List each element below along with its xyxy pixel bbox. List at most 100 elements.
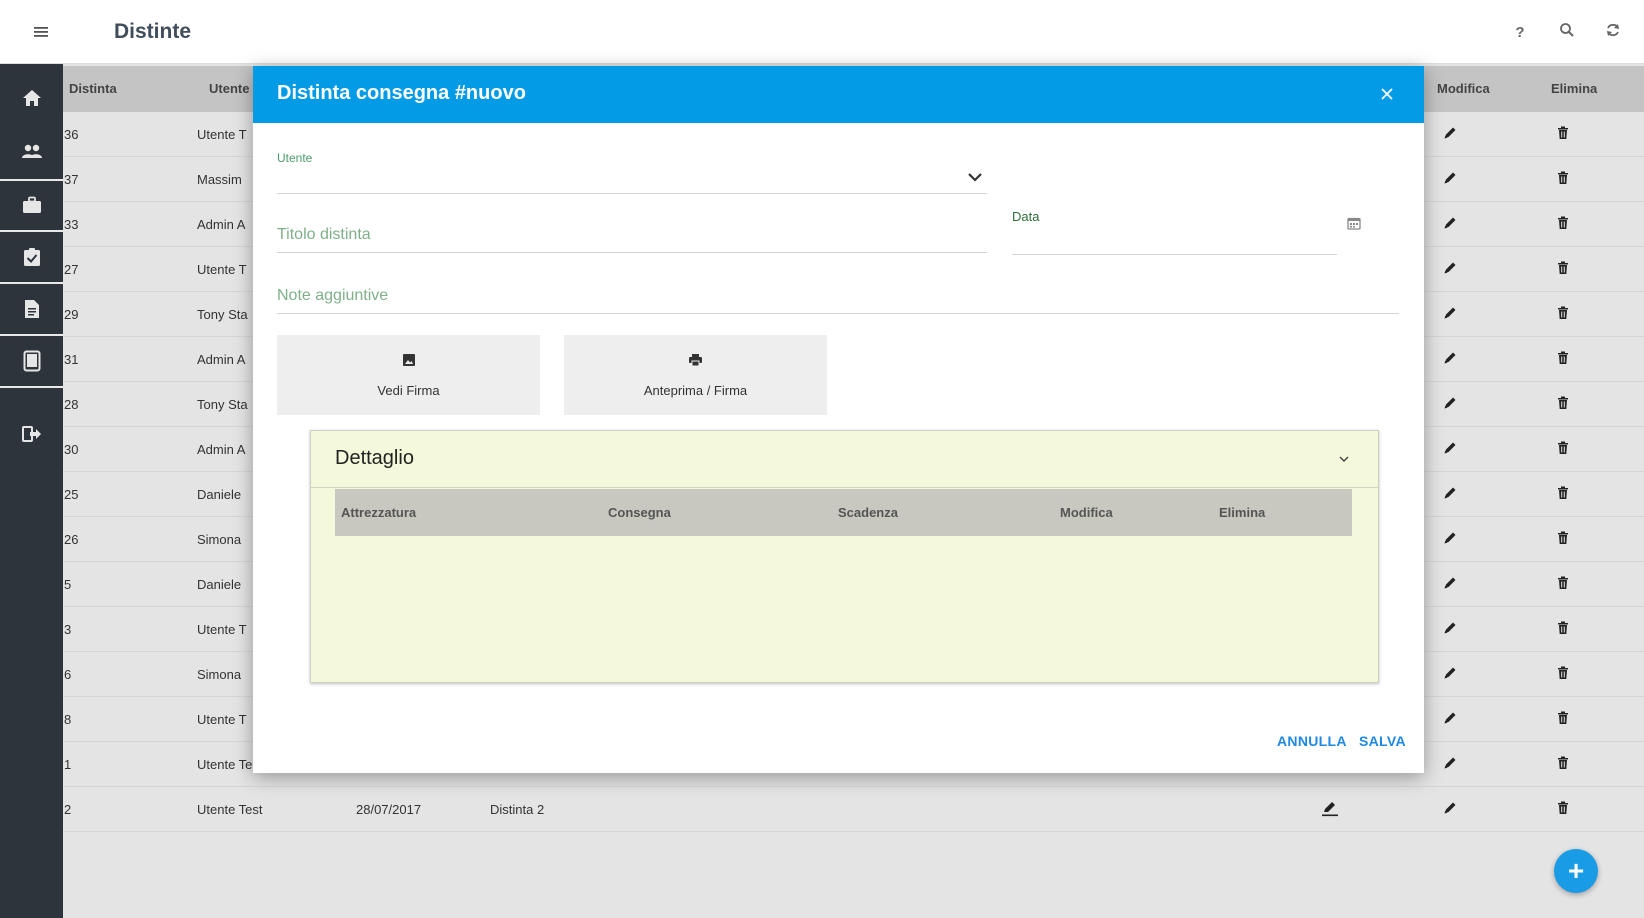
column-header-attrezzatura: Attrezzatura <box>341 505 417 520</box>
trash-icon[interactable] <box>1557 756 1575 774</box>
note-aggiuntive-input[interactable]: Note aggiuntive <box>277 285 1399 313</box>
annulla-button[interactable]: ANNULLA <box>1277 733 1347 749</box>
utente-label: Utente <box>277 151 313 165</box>
trash-icon[interactable] <box>1557 396 1575 414</box>
trash-icon[interactable] <box>1557 126 1575 144</box>
add-button[interactable]: + <box>1554 849 1598 893</box>
cell-utente: Daniele <box>197 487 242 502</box>
pencil-icon[interactable] <box>1443 486 1461 504</box>
dettaglio-title[interactable]: Dettaglio <box>335 447 414 470</box>
cell-utente: Utente Test <box>197 802 263 817</box>
cell-distinta: 29 <box>64 307 79 322</box>
help-icon[interactable]: ? <box>1509 22 1531 44</box>
pencil-icon[interactable] <box>1443 666 1461 684</box>
cell-distinta: 27 <box>64 262 79 277</box>
pencil-icon[interactable] <box>1443 441 1461 459</box>
cell-distinta: 25 <box>64 487 79 502</box>
dialog-header: Distinta consegna #nuovo <box>253 66 1424 123</box>
trash-icon[interactable] <box>1557 576 1575 594</box>
note-aggiuntive-placeholder: Note aggiuntive <box>277 287 389 304</box>
trash-icon[interactable] <box>1557 711 1575 729</box>
pencil-icon[interactable] <box>1443 531 1461 549</box>
data-label: Data <box>1012 209 1040 224</box>
sidebar <box>0 64 63 918</box>
pencil-icon[interactable] <box>1443 126 1461 144</box>
dialog-title: Distinta consegna #nuovo <box>277 82 526 104</box>
cell-distinta: 36 <box>64 127 79 142</box>
trash-icon[interactable] <box>1557 216 1575 234</box>
cell-utente: Utente T <box>197 712 247 727</box>
edit-icon[interactable] <box>1321 801 1339 819</box>
trash-icon[interactable] <box>1557 621 1575 639</box>
dettaglio-panel: Dettaglio Attrezzatura Consegna Scadenza… <box>310 430 1379 683</box>
note-underline <box>277 313 1399 314</box>
cell-data: 28/07/2017 <box>356 802 422 817</box>
data-underline <box>1012 254 1337 255</box>
trash-icon[interactable] <box>1557 666 1575 684</box>
close-icon[interactable] <box>1376 83 1398 105</box>
cell-distinta: 6 <box>64 667 72 682</box>
dettaglio-table-header: Attrezzatura Consegna Scadenza Modifica … <box>335 489 1352 536</box>
chevron-down-icon <box>968 173 982 182</box>
pencil-icon[interactable] <box>1443 801 1461 819</box>
chevron-down-icon[interactable] <box>1336 451 1352 467</box>
cell-utente: Utente T <box>197 127 247 142</box>
trash-icon[interactable] <box>1557 486 1575 504</box>
cell-titolo: Distinta 2 <box>490 802 545 817</box>
cell-utente: Tony Sta <box>197 307 248 322</box>
vedi-firma-label: Vedi Firma <box>377 383 440 398</box>
vedi-firma-button[interactable]: Vedi Firma <box>277 335 540 415</box>
utente-select[interactable] <box>277 166 987 194</box>
trash-icon[interactable] <box>1557 171 1575 189</box>
people-icon[interactable] <box>0 126 63 176</box>
pencil-icon[interactable] <box>1443 171 1461 189</box>
top-app-bar: Distinte ? <box>0 0 1644 64</box>
column-header-modifica: Modifica <box>1060 505 1113 520</box>
calendar-icon[interactable] <box>1347 216 1363 232</box>
trash-icon[interactable] <box>1557 306 1575 324</box>
dettaglio-divider <box>311 487 1378 488</box>
titolo-distinta-input[interactable]: Titolo distinta <box>277 224 987 252</box>
column-header-elimina: Elimina <box>1551 81 1598 96</box>
data-input[interactable] <box>1012 224 1337 254</box>
cell-distinta: 1 <box>64 757 72 772</box>
pencil-icon[interactable] <box>1443 756 1461 774</box>
pencil-icon[interactable] <box>1443 396 1461 414</box>
menu-icon[interactable] <box>30 22 52 44</box>
tablet-icon[interactable] <box>0 336 63 386</box>
document-icon[interactable] <box>0 284 63 334</box>
refresh-icon[interactable] <box>1602 22 1624 44</box>
anteprima-firma-button[interactable]: Anteprima / Firma <box>564 335 827 415</box>
pencil-icon[interactable] <box>1443 261 1461 279</box>
pencil-icon[interactable] <box>1443 351 1461 369</box>
pencil-icon[interactable] <box>1443 621 1461 639</box>
cell-utente: Admin A <box>197 352 246 367</box>
image-icon <box>277 353 540 369</box>
cell-utente: Utente T <box>197 262 247 277</box>
column-header-scadenza: Scadenza <box>838 505 898 520</box>
pencil-icon[interactable] <box>1443 576 1461 594</box>
trash-icon[interactable] <box>1557 261 1575 279</box>
cell-utente: Admin A <box>197 442 246 457</box>
search-icon[interactable] <box>1556 22 1578 44</box>
distinta-dialog: Distinta consegna #nuovo Utente Titolo d… <box>253 66 1424 773</box>
logout-icon[interactable] <box>0 409 63 459</box>
pencil-icon[interactable] <box>1443 711 1461 729</box>
cell-distinta: 3 <box>64 622 72 637</box>
table-row[interactable]: 2 Utente Test 28/07/2017 Distinta 2 <box>63 787 1644 832</box>
salva-button[interactable]: SALVA <box>1359 733 1406 749</box>
column-header-distinta[interactable]: Distinta <box>69 81 117 96</box>
pencil-icon[interactable] <box>1443 216 1461 234</box>
trash-icon[interactable] <box>1557 801 1575 819</box>
trash-icon[interactable] <box>1557 441 1575 459</box>
cell-distinta: 33 <box>64 217 79 232</box>
pencil-icon[interactable] <box>1443 306 1461 324</box>
page-title: Distinte <box>114 20 192 43</box>
trash-icon[interactable] <box>1557 531 1575 549</box>
briefcase-icon[interactable] <box>0 180 63 230</box>
trash-icon[interactable] <box>1557 351 1575 369</box>
home-icon[interactable] <box>0 73 63 123</box>
column-header-utente[interactable]: Utente <box>209 81 249 96</box>
assignment-check-icon[interactable] <box>0 232 63 282</box>
cell-utente: Admin A <box>197 217 246 232</box>
